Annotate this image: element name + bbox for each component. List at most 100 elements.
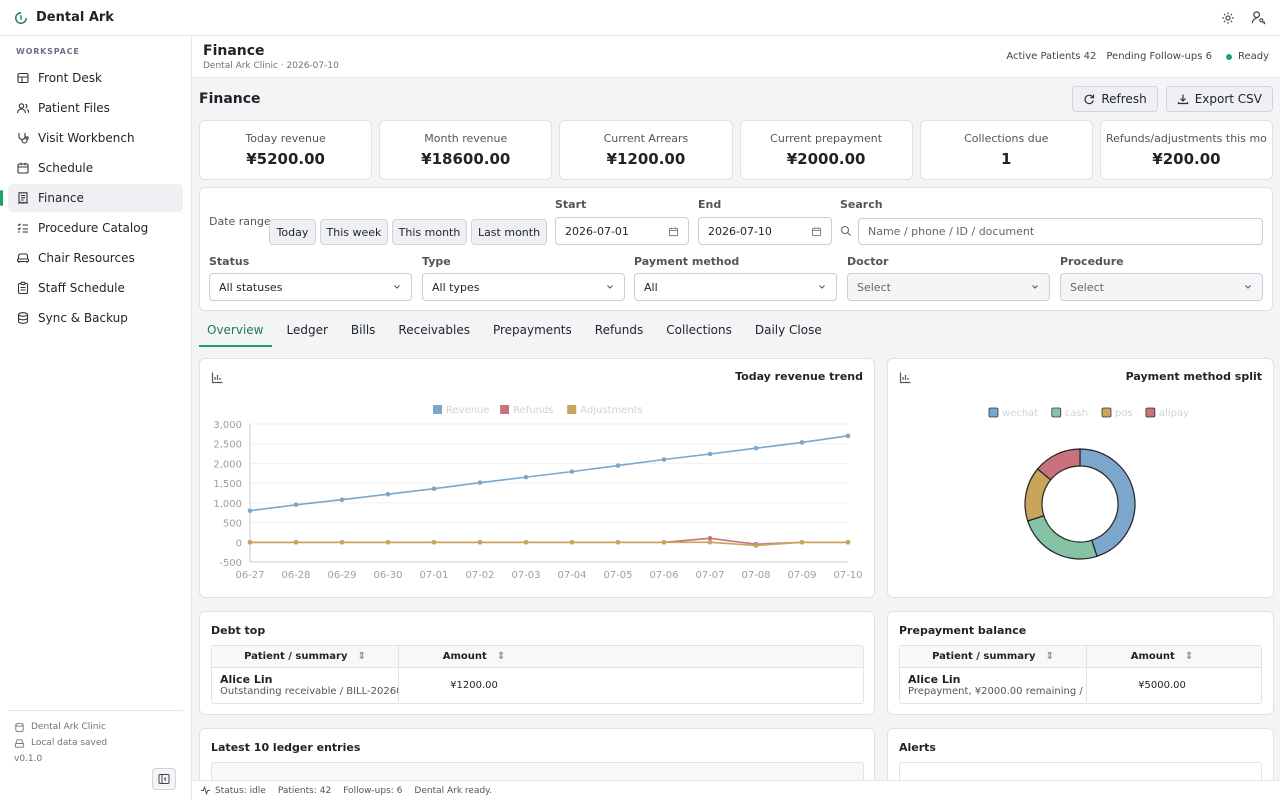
status-select[interactable]: All statuses: [209, 273, 412, 301]
main-content: Finance Dental Ark Clinic · 2026-07-10 A…: [192, 36, 1280, 780]
this-week-range-button[interactable]: This week: [320, 219, 388, 245]
data-point: [661, 457, 667, 462]
x-tick-label: 07-05: [603, 570, 632, 581]
kpi-row: Today revenue ¥5200.00 Month revenue ¥18600…: [192, 120, 1280, 180]
payment-split-chart: wechat cash pos alipay: [988, 407, 1189, 560]
legend-item[interactable]: Revenue: [433, 405, 490, 416]
data-point: [339, 539, 345, 545]
doctor-select[interactable]: Select: [847, 273, 1050, 301]
kpi-value: ¥200.00: [1152, 150, 1221, 168]
collapse-sidebar-button[interactable]: [152, 768, 176, 790]
prepayment-table: Patient / summary ⇕ Amount ⇕ Alice Lin Prep…: [899, 645, 1262, 704]
tab-receivables[interactable]: Receivables: [390, 323, 478, 347]
sidebar-item-sync-backup[interactable]: Sync & Backup: [8, 304, 183, 332]
sort-icon: ⇕: [1184, 651, 1194, 662]
kpi-value: ¥1200.00: [606, 150, 686, 168]
col-patient-summary[interactable]: Patient / summary ⇕: [900, 646, 1087, 667]
col-amount[interactable]: Amount ⇕: [399, 646, 549, 667]
tab-prepayments[interactable]: Prepayments: [485, 323, 580, 347]
legend-swatch: [1051, 407, 1062, 418]
col-amount[interactable]: Amount ⇕: [1087, 646, 1237, 667]
tab-daily-close[interactable]: Daily Close: [747, 323, 830, 347]
tab-refunds[interactable]: Refunds: [587, 323, 652, 347]
sidebar-item-label: Procedure Catalog: [38, 221, 149, 235]
data-point: [293, 539, 299, 545]
table-row[interactable]: Alice Lin Outstanding receivable / BILL-2…: [212, 668, 863, 702]
patient-name: Alice Lin: [908, 673, 961, 686]
last-month-range-button[interactable]: Last month: [471, 219, 547, 245]
legend-label: Revenue: [446, 405, 490, 416]
sidebar-item-finance[interactable]: Finance: [0, 184, 183, 212]
section-header: Finance Refresh Export CSV: [192, 78, 1280, 120]
clipboard-icon: [17, 281, 29, 295]
export-csv-button[interactable]: Export CSV: [1165, 86, 1273, 112]
tab-collections[interactable]: Collections: [658, 323, 740, 347]
legend-item[interactable]: Refunds: [500, 405, 554, 416]
row-summary: Outstanding receivable / BILL-2026071: [220, 686, 399, 697]
x-tick-label: 06-28: [281, 570, 310, 581]
finance-tabs: Overview Ledger Bills Receivables Prepayment…: [192, 311, 1280, 347]
user-key-icon[interactable]: [1250, 10, 1266, 26]
y-tick-label: 500: [223, 519, 242, 530]
sidebar-item-procedure-catalog[interactable]: Procedure Catalog: [8, 214, 183, 242]
doctor-select-value: Select: [857, 280, 891, 294]
col-patient-summary[interactable]: Patient / summary ⇕: [212, 646, 399, 667]
search-input[interactable]: Name / phone / ID / document: [858, 218, 1263, 245]
legend-item[interactable]: alipay: [1145, 407, 1189, 419]
sidebar-item-patient-files[interactable]: Patient Files: [8, 94, 183, 122]
database-icon: [15, 722, 24, 732]
sidebar-nav: Front Desk Patient Files Visit Workbench Sc…: [0, 64, 191, 332]
data-point: [707, 451, 713, 457]
data-point: [477, 480, 483, 485]
settings-gear-icon[interactable]: [1220, 10, 1236, 26]
y-tick-label: 2,500: [213, 440, 242, 451]
sidebar-item-chair-resources[interactable]: Chair Resources: [8, 244, 183, 272]
legend-swatch: [567, 405, 577, 414]
footer-saved-status: Local data saved: [31, 738, 108, 748]
payment-split-panel: Payment method split wechat cash pos alipay: [887, 358, 1274, 598]
x-tick-label: 06-27: [235, 570, 264, 581]
data-point: [569, 539, 575, 545]
kpi-label: Current prepayment: [770, 132, 883, 145]
kpi-value: 1: [1001, 150, 1012, 168]
type-select[interactable]: All types: [422, 273, 625, 301]
y-tick-label: 1,000: [213, 499, 242, 510]
status-message: Dental Ark ready.: [414, 785, 493, 796]
payment-method-select[interactable]: All: [634, 273, 837, 301]
y-tick-label: -500: [219, 558, 242, 569]
start-date-field[interactable]: 2026-07-01: [555, 217, 689, 245]
legend-item[interactable]: wechat: [988, 407, 1038, 419]
end-date-field[interactable]: 2026-07-10: [698, 217, 832, 245]
legend-label: pos: [1115, 408, 1133, 419]
tab-bills[interactable]: Bills: [343, 323, 384, 347]
procedure-label: Procedure: [1060, 255, 1124, 268]
legend-label: wechat: [1002, 408, 1038, 419]
y-tick-label: 2,000: [213, 459, 242, 470]
sidebar-item-visit-workbench[interactable]: Visit Workbench: [8, 124, 183, 152]
end-label: End: [698, 198, 722, 211]
data-point: [707, 536, 713, 541]
tab-overview[interactable]: Overview: [199, 323, 272, 347]
legend-item[interactable]: pos: [1101, 407, 1133, 419]
procedure-select[interactable]: Select: [1060, 273, 1263, 301]
status-select-value: All statuses: [219, 280, 283, 294]
table-row[interactable]: Alice Lin Prepayment, ¥2000.00 remaining …: [900, 668, 1261, 702]
legend-item[interactable]: Adjustments: [567, 405, 643, 416]
today-range-button[interactable]: Today: [269, 219, 316, 245]
refresh-button[interactable]: Refresh: [1072, 86, 1158, 112]
sidebar-item-schedule[interactable]: Schedule: [8, 154, 183, 182]
sidebar-item-label: Front Desk: [38, 71, 102, 85]
bar-chart-icon: [899, 372, 911, 384]
sidebar-item-label: Visit Workbench: [38, 131, 135, 145]
data-point: [385, 539, 391, 545]
sidebar-item-front-desk[interactable]: Front Desk: [8, 64, 183, 92]
this-month-range-button[interactable]: This month: [392, 219, 467, 245]
download-icon: [1177, 94, 1188, 105]
sidebar-item-label: Patient Files: [38, 101, 110, 115]
kpi-label: Today revenue: [245, 132, 326, 145]
activity-icon: [200, 785, 211, 796]
tab-ledger[interactable]: Ledger: [279, 323, 336, 347]
sidebar-item-staff-schedule[interactable]: Staff Schedule: [8, 274, 183, 302]
legend-item[interactable]: cash: [1051, 407, 1088, 419]
data-point: [477, 539, 483, 545]
